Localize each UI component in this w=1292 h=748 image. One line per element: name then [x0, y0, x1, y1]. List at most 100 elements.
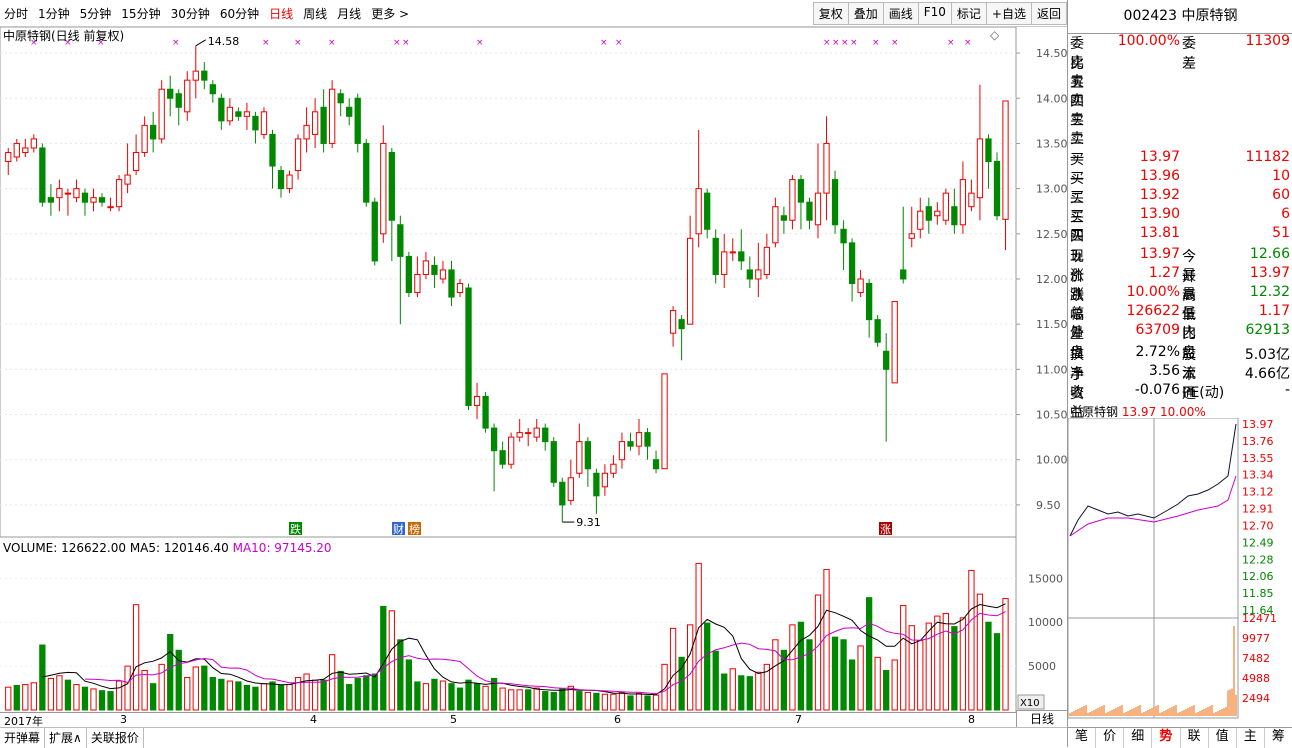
stat-value: 12.66 — [1220, 246, 1290, 262]
panel-tab[interactable]: 细 — [1124, 728, 1152, 748]
candle-body — [6, 152, 11, 161]
volume-bar — [347, 685, 352, 710]
volume-bar — [756, 672, 761, 710]
volume-bar — [935, 616, 940, 710]
kline-chart[interactable]: 14.50 14.00 13.50 13.00 12.50 12.00 11.50 11.00… — [0, 27, 1067, 712]
event-tag-label: 榜 — [409, 522, 420, 536]
info-mark[interactable]: × — [294, 38, 302, 48]
candle-body — [747, 270, 752, 279]
info-mark[interactable]: × — [600, 38, 608, 48]
volume-bar — [560, 689, 565, 710]
intraday-vol-tick: 4988 — [1242, 672, 1270, 685]
info-mark[interactable]: × — [262, 38, 270, 48]
period-tab[interactable]: 60分钟 — [220, 5, 259, 22]
info-mark[interactable]: × — [615, 38, 623, 48]
panel-tab[interactable]: 联 — [1181, 728, 1209, 748]
period-label[interactable]: 日线 — [1016, 710, 1068, 728]
intraday-tick-label: 12.49 — [1242, 536, 1274, 549]
toolbar-button[interactable]: 标记 — [951, 2, 987, 25]
toolbar-button[interactable]: +自选 — [986, 2, 1032, 25]
volume-bar — [330, 655, 335, 710]
period-tab[interactable]: 分时 — [4, 5, 28, 22]
volume-bar — [594, 693, 599, 710]
bottom-button[interactable]: 关联报价 — [87, 728, 144, 748]
volume-bar — [892, 660, 897, 710]
candle-body — [577, 442, 582, 474]
info-mark[interactable]: × — [872, 38, 880, 48]
info-mark[interactable]: × — [832, 38, 840, 48]
stat-value: 13.97 — [1220, 265, 1290, 281]
period-tab[interactable]: 5分钟 — [80, 5, 112, 22]
volume-bar — [653, 695, 658, 710]
period-tab[interactable]: 日线 — [269, 5, 293, 22]
candle-body — [730, 252, 735, 253]
period-tab[interactable]: 1分钟 — [38, 5, 70, 22]
volume-bar — [730, 669, 735, 710]
diamond-icon[interactable]: ◇ — [990, 28, 1000, 42]
panel-tab[interactable]: 笔 — [1068, 728, 1096, 748]
volume-bar — [406, 660, 411, 710]
volume-bar — [57, 676, 62, 710]
volume-bar — [116, 681, 121, 710]
intraday-pct: 10.00% — [1160, 405, 1206, 419]
y-tick-label: 9.50 — [1036, 499, 1061, 512]
candle-body — [40, 148, 45, 202]
info-mark[interactable]: × — [393, 38, 401, 48]
info-mark[interactable]: × — [947, 38, 955, 48]
candle-body — [713, 238, 718, 274]
candle-body — [926, 207, 931, 221]
volume-bar — [517, 690, 522, 710]
panel-tab[interactable]: 势 — [1152, 728, 1180, 748]
intraday-tick-label: 12.28 — [1242, 553, 1274, 566]
candle-body — [168, 89, 173, 98]
candle-body — [57, 189, 62, 198]
period-tab[interactable]: 15分钟 — [121, 5, 160, 22]
candle-body — [108, 207, 113, 208]
candle-body — [594, 473, 599, 496]
panel-tab[interactable]: 值 — [1209, 728, 1237, 748]
intraday-chart[interactable]: 13.97 13.76 13.55 13.34 13.12 12.91 12.70 12.49… — [1068, 418, 1292, 725]
volume-bar — [398, 640, 403, 710]
panel-tab[interactable]: 筹 — [1265, 728, 1292, 748]
info-mark[interactable]: × — [891, 38, 899, 48]
candle-body — [31, 139, 36, 148]
toolbar-button[interactable]: 返回 — [1031, 2, 1067, 25]
toolbar-button[interactable]: 画线 — [883, 2, 919, 25]
candle-body — [909, 234, 914, 239]
info-mark[interactable]: × — [328, 38, 336, 48]
toolbar-button[interactable]: F10 — [918, 2, 952, 25]
volume-bar — [585, 692, 590, 710]
volume-bar — [125, 666, 130, 710]
panel-tab[interactable]: 主 — [1237, 728, 1265, 748]
panel-tab[interactable]: 价 — [1096, 728, 1124, 748]
volume-bar — [926, 623, 931, 710]
period-tab[interactable]: 更多 > — [371, 5, 409, 22]
volume-bar — [798, 622, 803, 710]
period-tab[interactable]: 周线 — [303, 5, 327, 22]
candle-body — [764, 247, 769, 274]
intraday-tick-label: 13.12 — [1242, 486, 1274, 499]
chart-canvas[interactable]: 14.50 14.00 13.50 13.00 12.50 12.00 11.50 11.00… — [0, 27, 1067, 712]
y-tick-label: 14.00 — [1036, 92, 1067, 105]
volume-bar — [687, 625, 692, 710]
info-mark[interactable]: × — [823, 38, 831, 48]
info-mark[interactable]: × — [402, 38, 410, 48]
info-mark[interactable]: × — [850, 38, 858, 48]
period-tab[interactable]: 30分钟 — [171, 5, 210, 22]
candle-body — [261, 112, 266, 135]
candle-body — [466, 288, 471, 405]
volume-header: VOLUME: 126622.00 MA5: 120146.40 MA10: 9… — [3, 541, 332, 555]
info-mark[interactable]: × — [172, 38, 180, 48]
info-mark[interactable]: × — [476, 38, 484, 48]
volume-bar — [364, 676, 369, 710]
bottom-button[interactable]: 扩展∧ — [45, 728, 87, 748]
info-mark[interactable]: × — [964, 38, 972, 48]
info-mark[interactable]: × — [841, 38, 849, 48]
toolbar-button[interactable]: 叠加 — [848, 2, 884, 25]
y-tick-label: 11.00 — [1036, 363, 1067, 376]
period-tab[interactable]: 月线 — [337, 5, 361, 22]
candle-body — [133, 152, 138, 170]
bottom-button[interactable]: 开弹幕 — [0, 728, 45, 748]
volume-bar — [866, 598, 871, 710]
toolbar-button[interactable]: 复权 — [813, 2, 849, 25]
